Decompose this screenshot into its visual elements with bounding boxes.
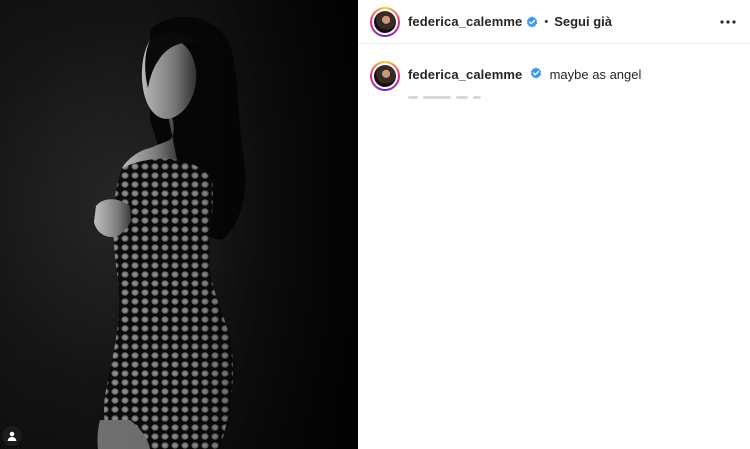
clipped-glyph [473, 96, 481, 99]
clipped-glyph [423, 96, 451, 99]
separator-dot: • [544, 15, 549, 28]
caption-text-block: federica_calemme maybe as angel [408, 61, 641, 100]
avatar-image [374, 65, 396, 87]
clipped-text-line [408, 96, 641, 100]
following-button[interactable]: Segui già [554, 14, 612, 29]
tagged-users-button[interactable] [2, 426, 22, 446]
more-options-button[interactable] [716, 16, 740, 28]
instagram-post: federica_calemme • Segui già federica_ca… [0, 0, 750, 449]
post-sidebar: federica_calemme • Segui già federica_ca… [358, 0, 750, 449]
post-header: federica_calemme • Segui già [358, 0, 750, 44]
caption-comment: federica_calemme maybe as angel [370, 61, 738, 100]
user-tag-icon [7, 431, 17, 441]
caption-username-link[interactable]: federica_calemme [408, 67, 522, 82]
caption-text: maybe as angel [549, 67, 642, 82]
photo-illustration [0, 0, 358, 449]
avatar-image [374, 10, 396, 33]
post-image[interactable] [0, 0, 358, 449]
avatar-ring [372, 63, 398, 89]
verified-badge-icon [526, 15, 538, 28]
avatar-ring [372, 8, 398, 35]
more-options-icon [720, 19, 736, 24]
caption-avatar[interactable] [370, 61, 400, 91]
clipped-glyph [408, 96, 418, 99]
clipped-glyph [456, 96, 468, 99]
verified-badge-icon [530, 67, 542, 79]
comments-section: federica_calemme maybe as angel [358, 44, 750, 100]
username-link[interactable]: federica_calemme [408, 14, 522, 29]
avatar[interactable] [370, 6, 400, 37]
